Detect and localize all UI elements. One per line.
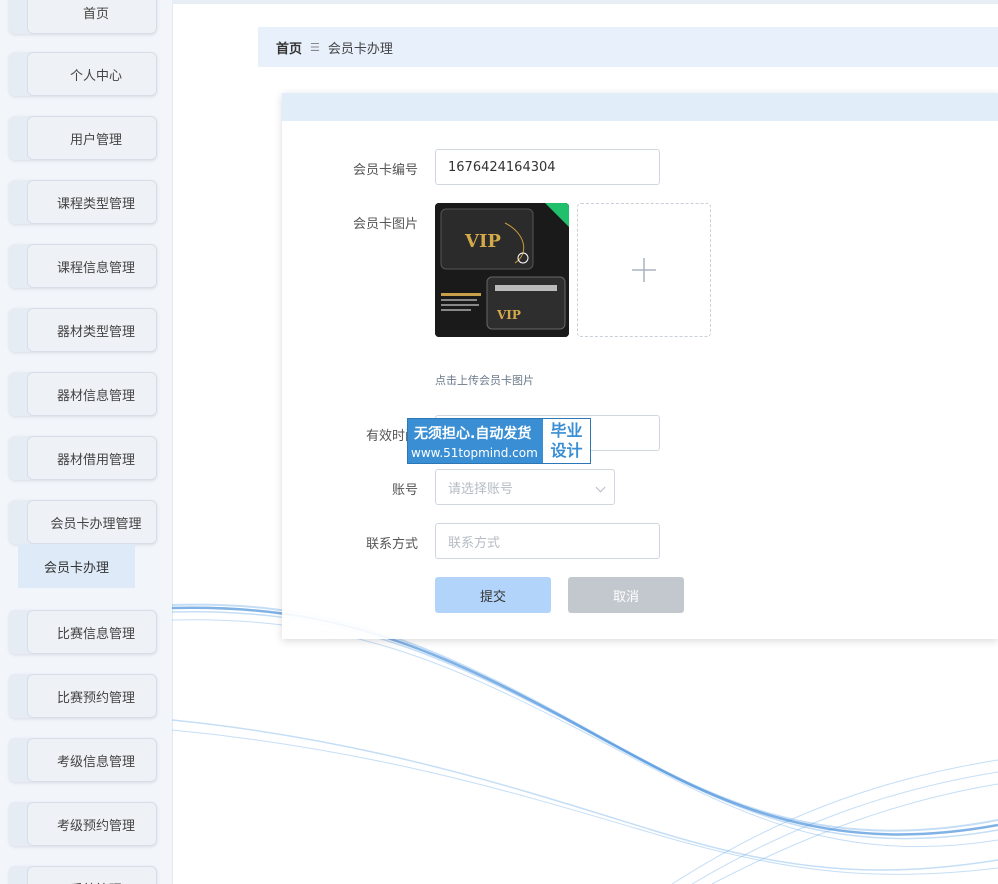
menu-icon: ☰	[310, 40, 320, 54]
sidebar-item-equipment-type[interactable]: 器材类型管理	[9, 308, 157, 352]
plus-icon	[632, 258, 656, 282]
chevron-down-icon	[595, 482, 606, 493]
watermark-banner: 无须担心.自动发货 www.51topmind.com 毕业 设计	[407, 418, 591, 464]
image-upload-button[interactable]	[577, 203, 711, 337]
vip-card-image: VIP VIP	[435, 203, 569, 337]
sidebar-item-user-management[interactable]: 用户管理	[9, 116, 157, 160]
watermark-badge-bottom: 设计	[550, 441, 583, 460]
breadcrumb: 首页 ☰ 会员卡办理	[258, 27, 998, 67]
svg-text:VIP: VIP	[496, 308, 521, 322]
contact-input[interactable]: 联系方式	[435, 523, 660, 559]
sidebar-item-label: 首页	[27, 0, 157, 34]
sidebar-item-personal-center[interactable]: 个人中心	[9, 52, 157, 96]
sidebar-item-home[interactable]: 首页	[9, 0, 157, 34]
upload-hint: 点击上传会员卡图片	[435, 374, 534, 387]
card-header	[282, 93, 998, 121]
breadcrumb-home[interactable]: 首页	[276, 38, 302, 57]
watermark-text: 无须担心.自动发货 www.51topmind.com	[408, 419, 543, 463]
sidebar-item-label: 器材类型管理	[27, 308, 157, 352]
sidebar-item-membership[interactable]: 会员卡办理管理	[9, 500, 157, 544]
sidebar-subitem-membership-card[interactable]: 会员卡办理	[18, 544, 135, 588]
sidebar-item-label: 个人中心	[27, 52, 157, 96]
breadcrumb-current: 会员卡办理	[327, 41, 393, 57]
sidebar-item-label: 会员卡办理管理	[27, 500, 157, 544]
sidebar-item-label: 比赛信息管理	[27, 610, 157, 654]
sidebar: 首页 个人中心 用户管理 课程类型管理 课程信息管理 器材类型管理 器材信息管理…	[0, 0, 173, 884]
watermark-slogan: 无须担心.自动发货	[414, 426, 532, 442]
sidebar-item-label: 课程信息管理	[27, 244, 157, 288]
sidebar-item-grading-info[interactable]: 考级信息管理	[9, 738, 157, 782]
account-select[interactable]: 请选择账号	[435, 469, 615, 505]
sidebar-item-grading-booking[interactable]: 考级预约管理	[9, 802, 157, 846]
submit-button[interactable]: 提交	[435, 577, 551, 613]
sidebar-item-label: 考级预约管理	[27, 802, 157, 846]
card-image-thumbnail[interactable]: VIP VIP	[435, 203, 569, 337]
card-number-label: 会员卡编号	[352, 163, 418, 178]
cancel-button[interactable]: 取消	[568, 577, 684, 613]
sidebar-item-label: 器材借用管理	[27, 436, 157, 480]
sidebar-item-system[interactable]: 系统管理	[9, 866, 157, 884]
contact-label: 联系方式	[365, 537, 418, 552]
top-bar	[172, 0, 998, 4]
account-placeholder: 请选择账号	[448, 481, 514, 497]
sidebar-item-label: 课程类型管理	[27, 180, 157, 224]
validity-label: 有效时间	[365, 429, 418, 444]
sidebar-item-label: 考级信息管理	[27, 738, 157, 782]
sidebar-item-course-type[interactable]: 课程类型管理	[9, 180, 157, 224]
sidebar-item-equipment-borrow[interactable]: 器材借用管理	[9, 436, 157, 480]
sidebar-item-course-info[interactable]: 课程信息管理	[9, 244, 157, 288]
card-image-label: 会员卡图片	[352, 217, 418, 232]
watermark-badge: 毕业 设计	[543, 419, 590, 463]
sidebar-item-equipment-info[interactable]: 器材信息管理	[9, 372, 157, 416]
watermark-url: www.51topmind.com	[411, 446, 538, 460]
sidebar-item-label: 比赛预约管理	[27, 674, 157, 718]
sidebar-item-competition-booking[interactable]: 比赛预约管理	[9, 674, 157, 718]
sidebar-item-label: 用户管理	[27, 116, 157, 160]
sidebar-item-competition-info[interactable]: 比赛信息管理	[9, 610, 157, 654]
svg-text:VIP: VIP	[464, 231, 501, 252]
sidebar-item-label: 器材信息管理	[27, 372, 157, 416]
card-number-input[interactable]: 1676424164304	[435, 149, 660, 185]
account-label: 账号	[391, 483, 418, 498]
sidebar-item-label: 系统管理	[27, 866, 157, 884]
watermark-badge-top: 毕业	[550, 421, 583, 440]
